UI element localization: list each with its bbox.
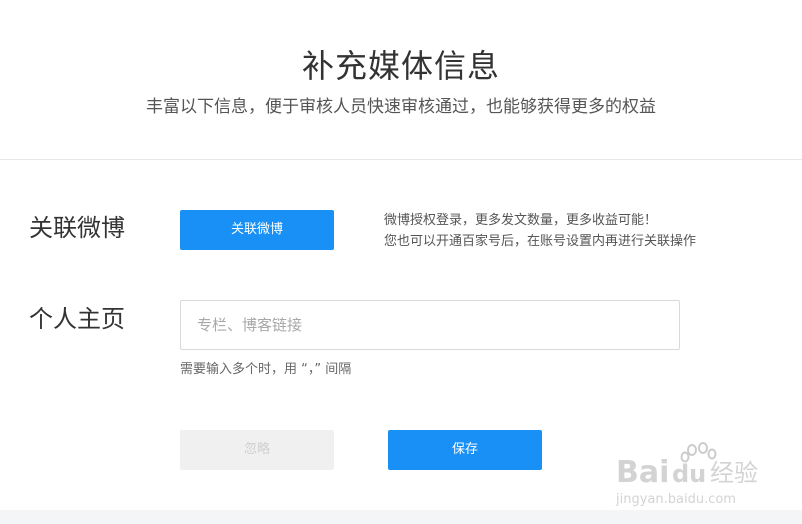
weibo-hint-line-1: 微博授权登录，更多发文数量，更多收益可能！: [384, 213, 658, 228]
page-subtitle: 丰富以下信息，便于审核人员快速审核通过，也能够获得更多的权益: [146, 97, 656, 117]
baidu-paw-icon: Bai du 经验 jingyan.baidu.com: [615, 442, 758, 507]
weibo-hint: 微博授权登录，更多发文数量，更多收益可能！ 您也可以开通百家号后，在账号设置内再…: [384, 210, 696, 252]
weibo-row-label: 关联微博: [29, 214, 125, 242]
svg-text:经验: 经验: [710, 459, 758, 487]
page-title: 补充媒体信息: [301, 47, 500, 85]
svg-text:Bai: Bai: [616, 455, 669, 490]
media-info-page: 补充媒体信息 丰富以下信息，便于审核人员快速审核通过，也能够获得更多的权益 关联…: [0, 0, 802, 524]
bottom-strip: [0, 510, 802, 524]
homepage-row-label: 个人主页: [29, 305, 125, 333]
ignore-button[interactable]: 忽略: [180, 430, 334, 470]
watermark-url: jingyan.baidu.com: [615, 492, 736, 507]
svg-text:du: du: [672, 460, 706, 488]
save-button[interactable]: 保存: [388, 430, 542, 470]
weibo-hint-line-2: 您也可以开通百家号后，在账号设置内再进行关联操作: [384, 234, 697, 249]
link-weibo-button[interactable]: 关联微博: [180, 210, 334, 250]
homepage-url-input[interactable]: [180, 300, 680, 350]
header-divider: [0, 159, 802, 160]
baidu-jingyan-watermark: Bai du 经验 jingyan.baidu.com: [614, 440, 774, 510]
homepage-input-hint: 需要输入多个时，用 “，” 间隔: [180, 362, 352, 377]
